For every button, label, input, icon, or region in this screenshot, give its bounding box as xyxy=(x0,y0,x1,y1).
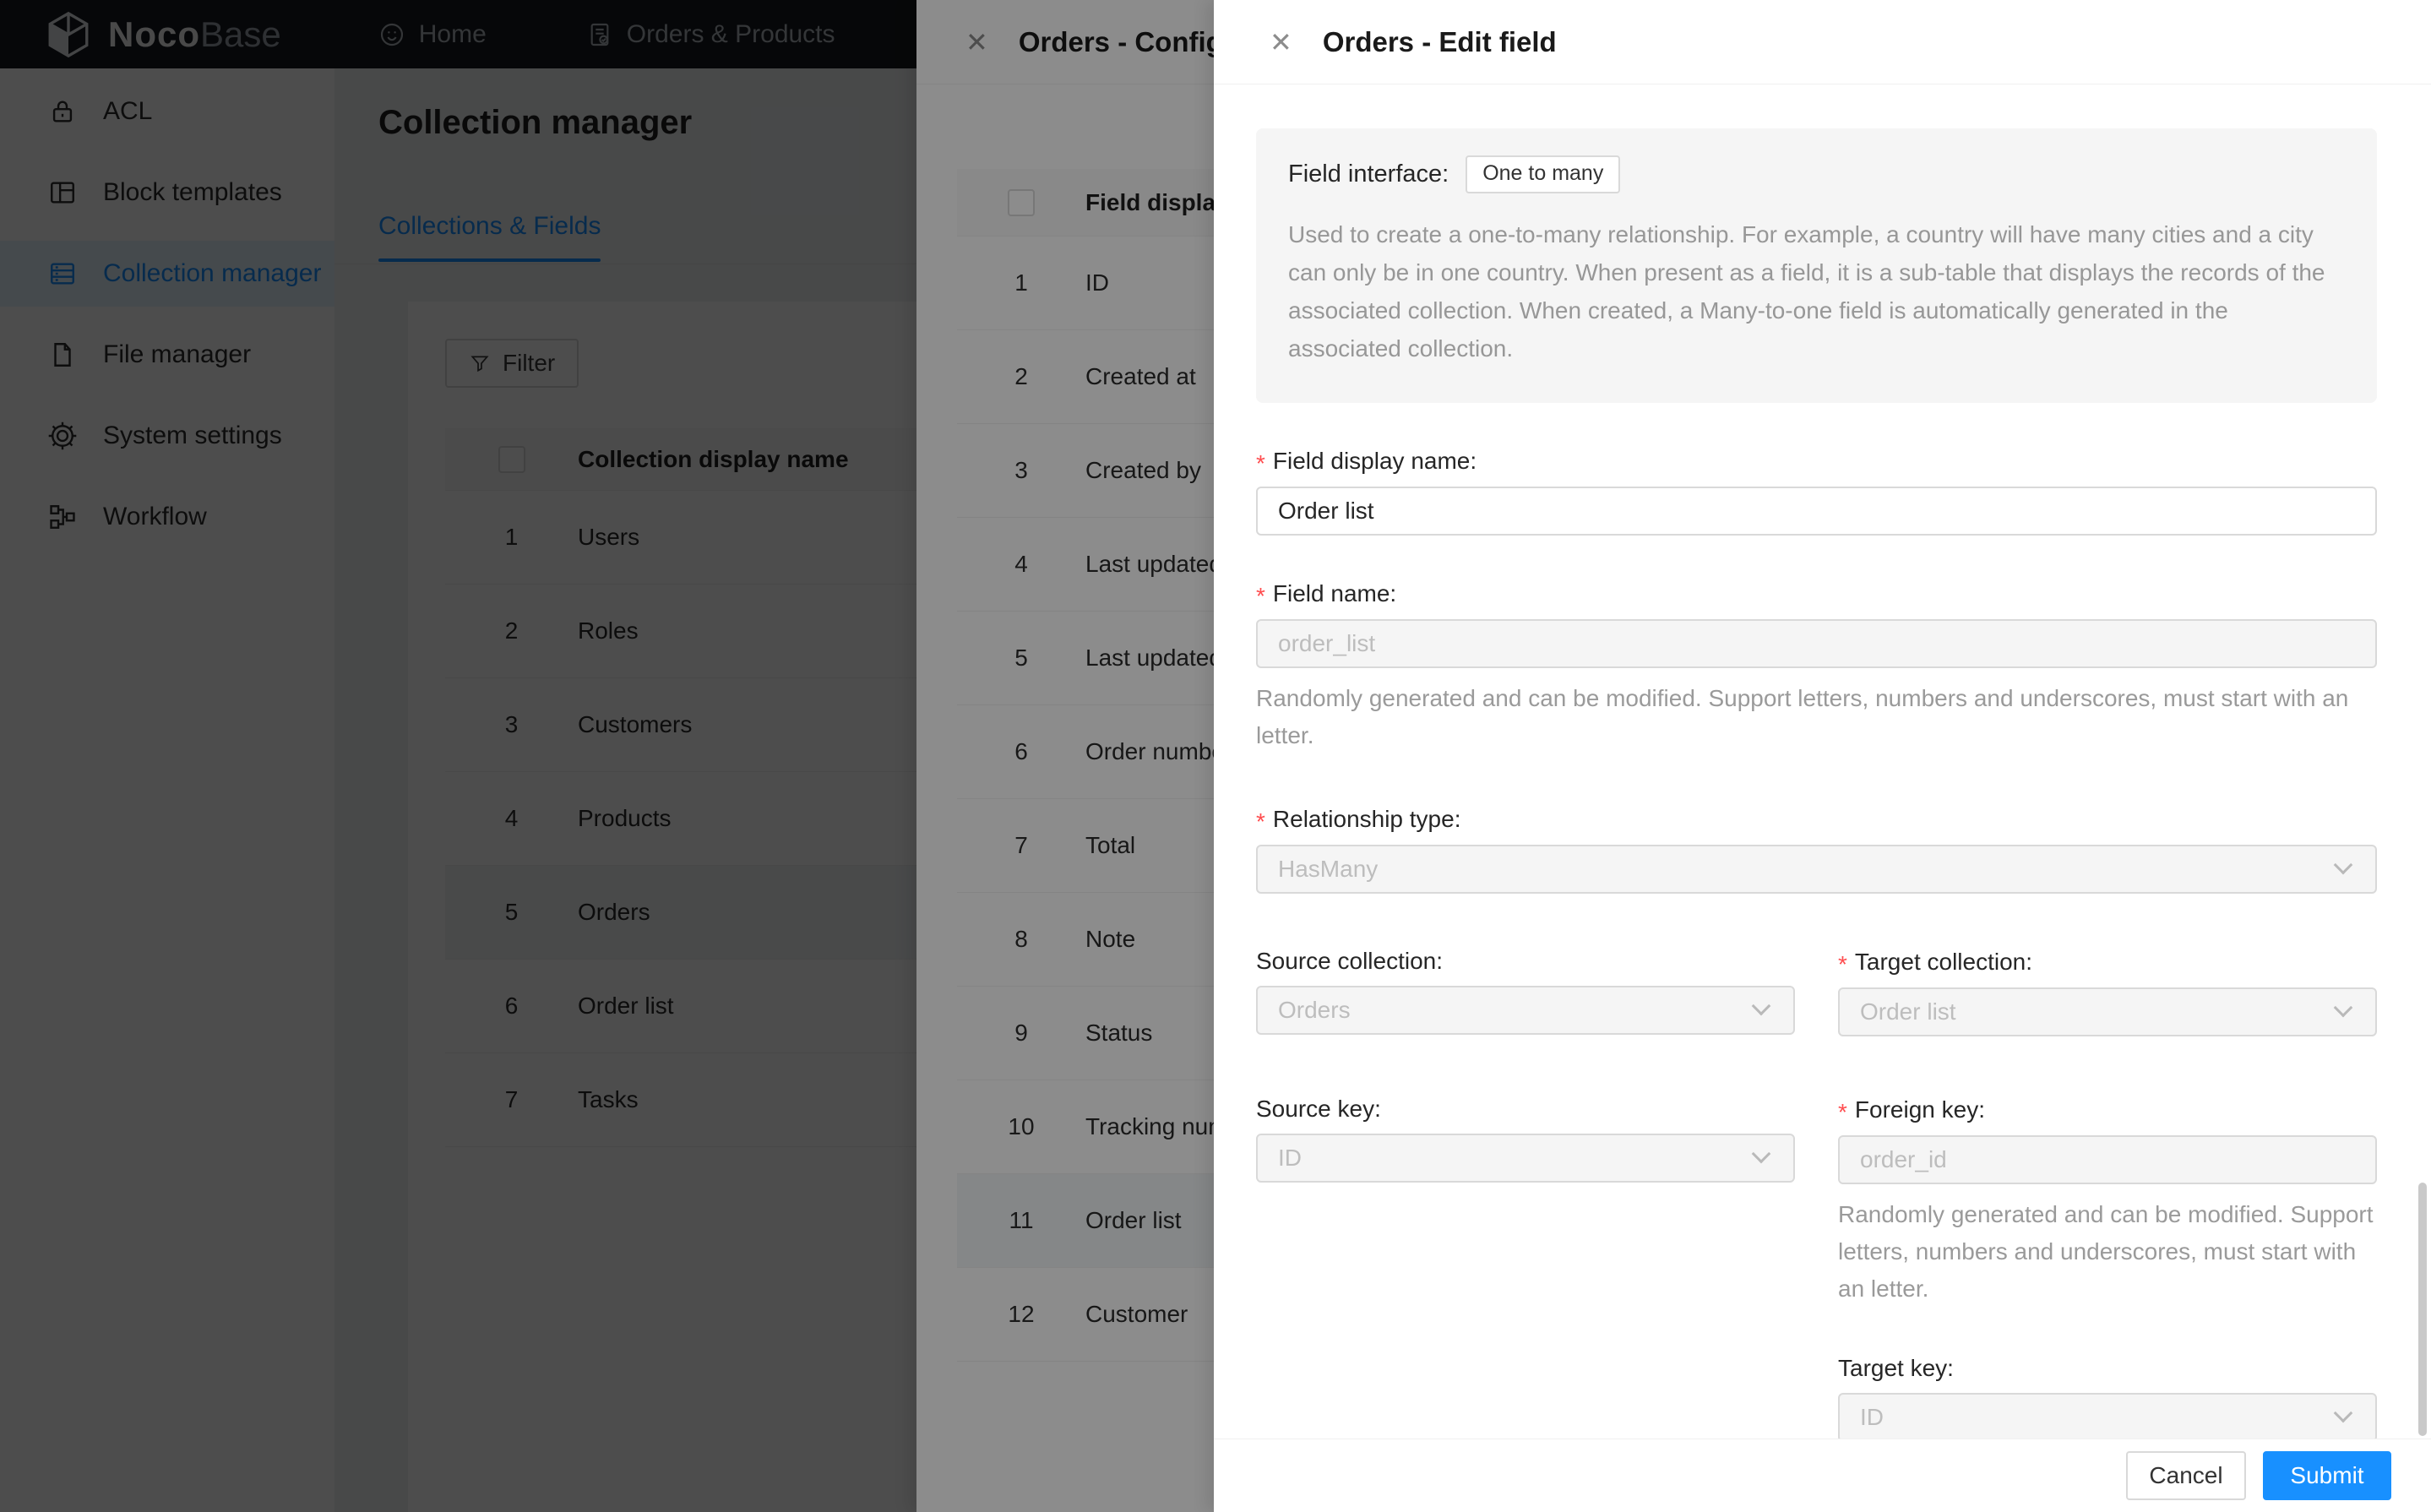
field-interface-label: Field interface: xyxy=(1288,160,1449,188)
field-name-input xyxy=(1256,619,2377,668)
source-key-label: Source key: xyxy=(1256,1096,1795,1123)
target-key-select: ID xyxy=(1838,1393,2377,1439)
field-interface-description: Used to create a one-to-many relationshi… xyxy=(1288,215,2344,367)
chevron-down-icon xyxy=(1752,1145,1771,1164)
chevron-down-icon xyxy=(1752,997,1771,1016)
relationship-type-select: HasMany xyxy=(1256,845,2377,894)
source-key-select: ID xyxy=(1256,1134,1795,1183)
field-display-name-label: * Field display name: xyxy=(1256,447,2377,476)
chevron-down-icon xyxy=(2334,1404,2353,1423)
required-mark: * xyxy=(1838,1096,1847,1124)
relationship-type-label: * Relationship type: xyxy=(1256,805,2377,834)
foreign-key-input xyxy=(1838,1135,2377,1184)
required-mark: * xyxy=(1838,948,1847,976)
field-name-help: Randomly generated and can be modified. … xyxy=(1256,680,2377,754)
source-collection-label: Source collection: xyxy=(1256,948,1795,975)
cancel-button[interactable]: Cancel xyxy=(2126,1451,2246,1500)
foreign-key-label: * Foreign key: xyxy=(1838,1096,2377,1124)
chevron-down-icon xyxy=(2334,998,2353,1018)
field-display-name-input[interactable] xyxy=(1256,487,2377,536)
edit-field-drawer: ✕ Orders - Edit field Field interface: O… xyxy=(1214,0,2431,1512)
required-mark: * xyxy=(1256,579,1265,608)
source-collection-select: Orders xyxy=(1256,986,1795,1035)
drawer-title: Orders - Edit field xyxy=(1323,26,1557,58)
drawer-footer: Cancel Submit xyxy=(1214,1439,2431,1512)
field-interface-info: Field interface: One to many Used to cre… xyxy=(1256,128,2377,403)
close-icon[interactable]: ✕ xyxy=(1270,29,1292,56)
target-collection-label: * Target collection: xyxy=(1838,948,2377,976)
drawer-body: Field interface: One to many Used to cre… xyxy=(1214,84,2431,1439)
drawer-header: ✕ Orders - Edit field xyxy=(1214,0,2431,84)
field-interface-tag: One to many xyxy=(1466,155,1620,193)
required-mark: * xyxy=(1256,447,1265,476)
submit-button[interactable]: Submit xyxy=(2263,1451,2391,1500)
scrollbar-thumb[interactable] xyxy=(2418,1183,2427,1436)
target-collection-select: Order list xyxy=(1838,987,2377,1036)
chevron-down-icon xyxy=(2334,856,2353,875)
field-name-label: * Field name: xyxy=(1256,579,2377,608)
foreign-key-help: Randomly generated and can be modified. … xyxy=(1838,1196,2377,1308)
target-key-label: Target key: xyxy=(1838,1355,2377,1382)
required-mark: * xyxy=(1256,805,1265,834)
